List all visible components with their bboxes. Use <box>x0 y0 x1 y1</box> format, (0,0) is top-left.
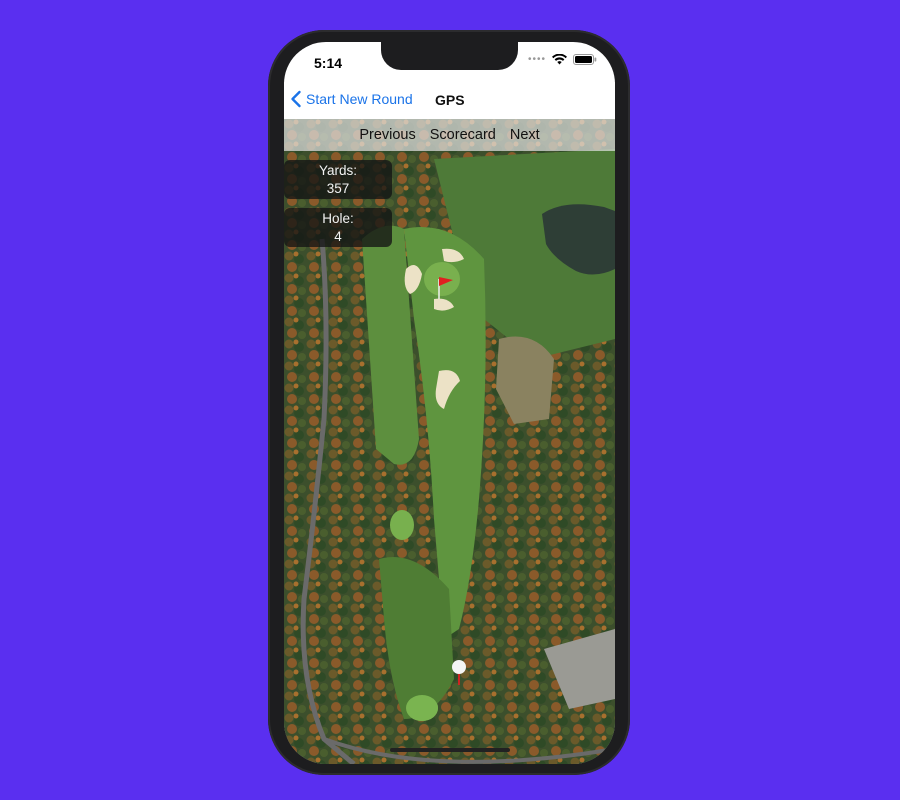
back-button[interactable]: Start New Round <box>290 90 413 108</box>
navigation-bar: Start New Round GPS <box>284 82 615 119</box>
chevron-left-icon <box>291 90 301 108</box>
back-button-label: Start New Round <box>306 91 413 107</box>
device-notch <box>381 42 518 70</box>
next-button[interactable]: Next <box>510 127 540 143</box>
hole-display: Hole: 4 <box>284 208 392 247</box>
hole-navigation-bar: Previous Scorecard Next <box>284 119 615 151</box>
hole-label: Hole: <box>322 211 354 226</box>
status-time: 5:14 <box>314 55 343 71</box>
phone-frame: 5:14 •••• Start New Round GPS Previous S… <box>268 30 630 775</box>
yards-display: Yards: 357 <box>284 160 392 199</box>
page-title: GPS <box>435 92 465 108</box>
yards-value: 357 <box>326 181 350 196</box>
app-screen: 5:14 •••• Start New Round GPS Previous S… <box>284 42 615 764</box>
scorecard-button[interactable]: Scorecard <box>430 127 496 143</box>
home-indicator[interactable] <box>390 748 510 752</box>
signal-dots-icon: •••• <box>527 54 546 65</box>
status-icons: •••• <box>528 54 597 65</box>
battery-icon <box>573 54 597 65</box>
yards-label: Yards: <box>318 163 357 178</box>
hole-value: 4 <box>334 229 342 244</box>
wifi-icon <box>552 54 567 65</box>
previous-button[interactable]: Previous <box>359 127 415 143</box>
